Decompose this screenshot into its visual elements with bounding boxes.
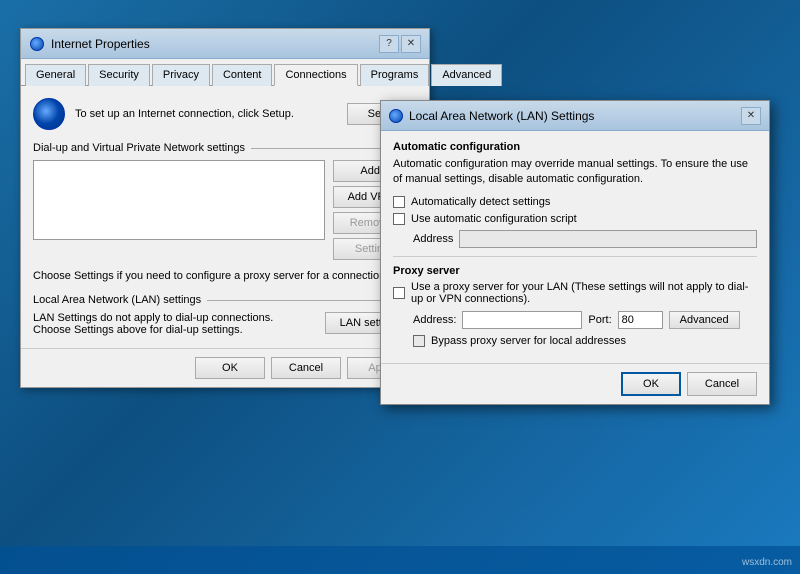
address-row: Address (413, 230, 757, 248)
lan-row: LAN Settings do not apply to dial-up con… (33, 312, 417, 336)
tab-privacy[interactable]: Privacy (152, 64, 210, 86)
lan-dialog-buttons: OK Cancel (381, 363, 769, 404)
connections-tab-content: To set up an Internet connection, click … (21, 86, 429, 348)
taskbar: wsxdn.com (0, 546, 800, 574)
address-input[interactable] (459, 230, 757, 248)
auto-config-title: Automatic configuration (393, 141, 757, 153)
ok-button[interactable]: OK (195, 357, 265, 379)
lan-description: LAN Settings do not apply to dial-up con… (33, 312, 315, 336)
detect-settings-checkbox[interactable] (393, 196, 405, 208)
tab-security[interactable]: Security (88, 64, 150, 86)
use-proxy-checkbox[interactable] (393, 287, 405, 299)
lan-section-header: Local Area Network (LAN) settings (33, 294, 417, 306)
lan-dialog-content: Automatic configuration Automatic config… (381, 131, 769, 357)
lan-dialog-icon (389, 109, 403, 123)
addr-port-row: Address: Port: Advanced (413, 311, 757, 329)
globe-icon (30, 37, 44, 51)
dialup-row: Add... Add VPN... Remove... Settings (33, 160, 417, 260)
proxy-port-label: Port: (588, 314, 611, 326)
dialup-section-label: Dial-up and Virtual Private Network sett… (33, 142, 245, 154)
auto-script-label: Use automatic configuration script (411, 213, 577, 225)
help-button[interactable]: ? (379, 35, 399, 53)
proxy-port-input[interactable] (618, 311, 663, 329)
titlebar-left: Internet Properties (29, 36, 150, 52)
titlebar-controls: ? ✕ (379, 35, 421, 53)
bypass-row: Bypass proxy server for local addresses (413, 335, 757, 347)
internet-properties-titlebar: Internet Properties ? ✕ (21, 29, 429, 59)
tab-programs[interactable]: Programs (360, 64, 430, 86)
globe-setup-icon (33, 98, 65, 130)
divider (393, 256, 757, 257)
internet-properties-dialog: Internet Properties ? ✕ General Security… (20, 28, 430, 388)
lan-cancel-button[interactable]: Cancel (687, 372, 757, 396)
close-button[interactable]: ✕ (401, 35, 421, 53)
lan-desc-line1: LAN Settings do not apply to dial-up con… (33, 312, 273, 324)
proxy-server-title: Proxy server (393, 265, 757, 277)
lan-dialog-title: Local Area Network (LAN) Settings (409, 109, 594, 123)
address-label: Address (413, 233, 453, 245)
auto-script-row: Use automatic configuration script (393, 213, 757, 225)
bypass-checkbox[interactable] (413, 335, 425, 347)
proxy-addr-label: Address: (413, 314, 456, 326)
dialog-icon (29, 36, 45, 52)
detect-settings-row: Automatically detect settings (393, 196, 757, 208)
proxy-addr-input[interactable] (462, 311, 582, 329)
dialup-listbox[interactable] (33, 160, 325, 240)
auto-config-desc: Automatic configuration may override man… (393, 157, 757, 188)
setup-text: To set up an Internet connection, click … (75, 108, 337, 120)
tab-general[interactable]: General (25, 64, 86, 86)
choose-settings-text: Choose Settings if you need to configure… (33, 270, 417, 282)
tab-content[interactable]: Content (212, 64, 273, 86)
tab-connections[interactable]: Connections (274, 64, 357, 86)
lan-titlebar-left: Local Area Network (LAN) Settings (389, 109, 594, 123)
dialog-title: Internet Properties (51, 37, 150, 51)
detect-settings-label: Automatically detect settings (411, 196, 550, 208)
lan-settings-dialog: Local Area Network (LAN) Settings ✕ Auto… (380, 100, 770, 405)
tab-bar: General Security Privacy Content Connect… (21, 59, 429, 86)
lan-section-label: Local Area Network (LAN) settings (33, 294, 201, 306)
dialup-section-header: Dial-up and Virtual Private Network sett… (33, 142, 417, 154)
tab-advanced[interactable]: Advanced (431, 64, 502, 86)
lan-settings-titlebar: Local Area Network (LAN) Settings ✕ (381, 101, 769, 131)
use-proxy-label: Use a proxy server for your LAN (These s… (411, 281, 757, 305)
lan-section: Local Area Network (LAN) settings LAN Se… (33, 294, 417, 336)
advanced-button[interactable]: Advanced (669, 311, 740, 329)
auto-script-checkbox[interactable] (393, 213, 405, 225)
lan-ok-button[interactable]: OK (621, 372, 681, 396)
bypass-label: Bypass proxy server for local addresses (431, 335, 626, 347)
lan-desc-line2: Choose Settings above for dial-up settin… (33, 324, 243, 336)
use-proxy-row: Use a proxy server for your LAN (These s… (393, 281, 757, 305)
internet-properties-buttons: OK Cancel Apply (21, 348, 429, 387)
watermark: wsxdn.com (742, 557, 792, 568)
cancel-button[interactable]: Cancel (271, 357, 341, 379)
setup-row: To set up an Internet connection, click … (33, 98, 417, 130)
lan-close-button[interactable]: ✕ (741, 107, 761, 125)
